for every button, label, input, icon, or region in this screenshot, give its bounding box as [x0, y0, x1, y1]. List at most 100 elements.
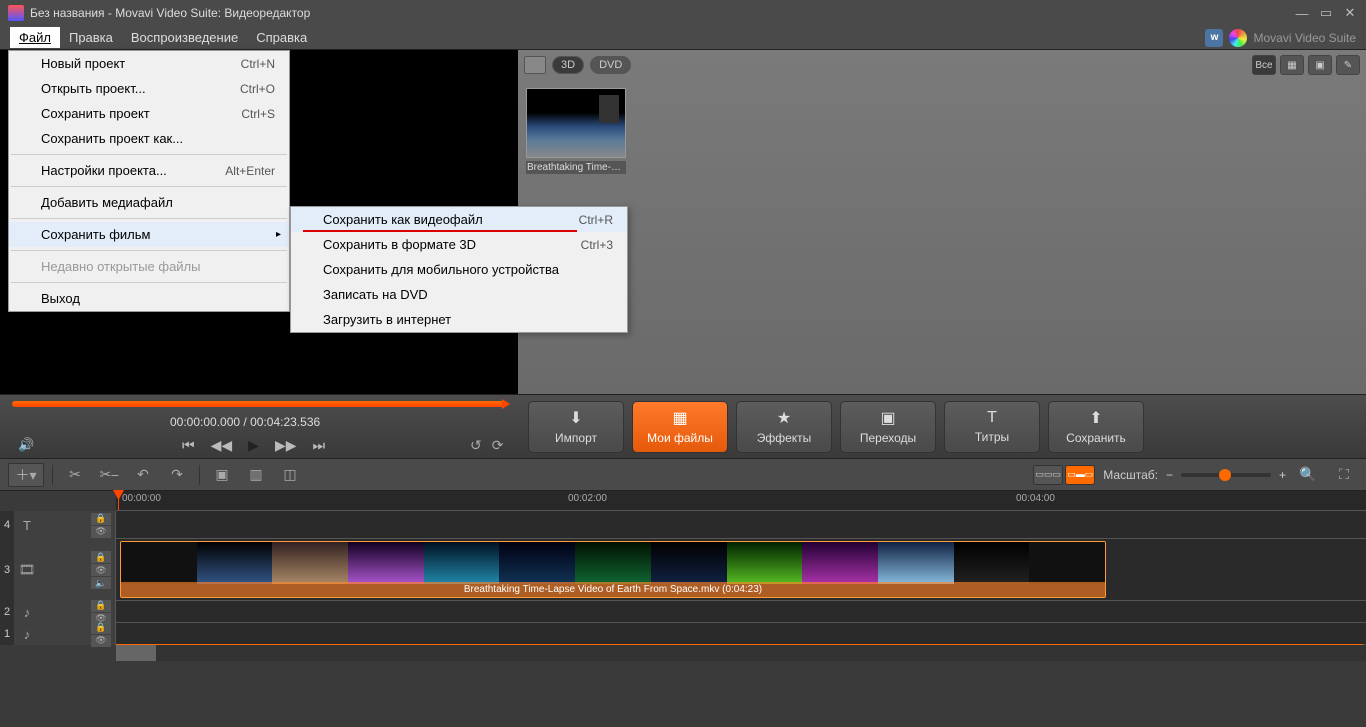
track3-mute-icon[interactable]: 🔈	[91, 577, 111, 589]
titlebar: Без названия - Movavi Video Suite: Видео…	[0, 0, 1366, 26]
tool-wand-icon[interactable]: ✎	[1336, 55, 1360, 75]
zoom-out-icon[interactable]: −	[1166, 468, 1173, 482]
ruler-mark-0: 00:00:00	[122, 493, 161, 504]
menuitem-new-project[interactable]: Новый проектCtrl+N	[9, 51, 289, 76]
menu-help[interactable]: Справка	[247, 27, 316, 48]
timeline: 00:00:00 00:02:00 00:04:00 4T🔒👁 3🎞🔒👁🔈 Br…	[0, 491, 1366, 661]
tab-my-files[interactable]: ▦Мои файлы	[632, 401, 728, 453]
menuitem-save-project[interactable]: Сохранить проектCtrl+S	[9, 101, 289, 126]
track1-eye-icon[interactable]: 👁	[91, 635, 111, 647]
media-thumb-image	[526, 88, 626, 158]
seek-slider[interactable]	[12, 401, 506, 409]
media-thumb[interactable]: Breathtaking Time-Lap...	[526, 88, 626, 174]
view-select-icon[interactable]: ▣	[1308, 55, 1332, 75]
timecode: 00:00:00.000 / 00:04:23.536	[170, 415, 320, 429]
menuitem-recent-files: Недавно открытые файлы	[9, 254, 289, 279]
track-4: 4T🔒👁	[0, 511, 1366, 539]
menuitem-project-settings[interactable]: Настройки проекта...Alt+Enter	[9, 158, 289, 183]
zoom-in-icon[interactable]: +	[1279, 468, 1286, 482]
zoom-slider[interactable]	[1181, 473, 1271, 477]
chip-3d[interactable]: 3D	[552, 56, 584, 74]
menu-file[interactable]: Файл	[10, 27, 60, 48]
save-movie-submenu: Сохранить как видеофайлCtrl+R Сохранить …	[290, 206, 628, 333]
file-dropdown: Новый проектCtrl+N Открыть проект...Ctrl…	[8, 50, 290, 312]
track-1: 1♪🔒👁	[0, 623, 1366, 645]
track3-eye-icon[interactable]: 👁	[91, 564, 111, 576]
video-track-icon: 🎞	[14, 562, 40, 578]
menuitem-save-as-video[interactable]: Сохранить как видеофайлCtrl+R	[291, 207, 627, 232]
menuitem-save-3d[interactable]: Сохранить в формате 3DCtrl+3	[291, 232, 627, 257]
ruler-mark-4: 00:04:00	[1016, 493, 1055, 504]
media-panel: 3D DVD Все ▦ ▣ ✎ Breathtaking Time-Lap..…	[518, 50, 1366, 394]
fit-icon[interactable]: 🔍	[1294, 463, 1322, 487]
maximize-button[interactable]: ▭	[1318, 5, 1334, 21]
fullscreen-icon[interactable]: ⛶	[1330, 463, 1358, 487]
menuitem-save-movie[interactable]: Сохранить фильм	[9, 222, 289, 247]
close-button[interactable]: ✕	[1342, 5, 1358, 21]
step-back-button[interactable]: ◀◀	[211, 437, 233, 454]
track3-lock-icon[interactable]: 🔒	[91, 551, 111, 563]
tool2-icon[interactable]: ▥	[242, 463, 270, 487]
tab-effects[interactable]: ★Эффекты	[736, 401, 832, 453]
app-logo-icon	[8, 5, 24, 21]
folder-icon[interactable]	[524, 56, 546, 74]
playhead[interactable]	[118, 491, 119, 510]
menuitem-save-project-as[interactable]: Сохранить проект как...	[9, 126, 289, 151]
track4-lock-icon[interactable]: 🔒	[91, 513, 111, 525]
tool3-icon[interactable]: ◫	[276, 463, 304, 487]
clip-label: Breathtaking Time-Lapse Video of Earth F…	[121, 582, 1105, 597]
playback-bar: 00:00:00.000 / 00:04:23.536 🔊 ⏮ ◀◀ ▶ ▶▶ …	[0, 394, 1366, 459]
view-grid-icon[interactable]: ▦	[1280, 55, 1304, 75]
time-ruler[interactable]: 00:00:00 00:02:00 00:04:00	[116, 491, 1366, 511]
text-track-icon: T	[14, 518, 40, 533]
files-icon: ▦	[672, 408, 687, 428]
tab-import[interactable]: ⬇Импорт	[528, 401, 624, 453]
timeline-h-scrollbar[interactable]	[116, 645, 1366, 661]
window-title: Без названия - Movavi Video Suite: Видео…	[30, 6, 310, 20]
shuffle-button[interactable]: ⟳	[492, 437, 504, 454]
minimize-button[interactable]: —	[1294, 5, 1310, 21]
crop-icon[interactable]: ▣	[208, 463, 236, 487]
play-button[interactable]: ▶	[248, 437, 259, 454]
add-button[interactable]: ＋▾	[8, 463, 44, 487]
color-wheel-icon[interactable]	[1229, 29, 1247, 47]
menuitem-add-media[interactable]: Добавить медиафайл	[9, 190, 289, 215]
redo-icon[interactable]: ↷	[163, 463, 191, 487]
menu-playback[interactable]: Воспроизведение	[122, 27, 247, 48]
menuitem-exit[interactable]: Выход	[9, 286, 289, 311]
volume-icon[interactable]: 🔊	[18, 437, 34, 453]
prev-button[interactable]: ⏮	[182, 437, 195, 454]
menuitem-upload-internet[interactable]: Загрузить в интернет	[291, 307, 627, 332]
titles-icon: T	[987, 409, 997, 427]
brand-label: Movavi Video Suite	[1253, 31, 1356, 45]
menuitem-burn-dvd[interactable]: Записать на DVD	[291, 282, 627, 307]
menuitem-save-mobile[interactable]: Сохранить для мобильного устройства	[291, 257, 627, 282]
chip-dvd[interactable]: DVD	[590, 56, 631, 74]
star-icon: ★	[777, 408, 791, 428]
tab-titles[interactable]: TТитры	[944, 401, 1040, 453]
tab-save[interactable]: ⬆Сохранить	[1048, 401, 1144, 453]
next-button[interactable]: ⏭	[312, 437, 325, 454]
track2-lock-icon[interactable]: 🔒	[91, 600, 111, 612]
view-full-button[interactable]: ▭▬▭	[1065, 465, 1095, 485]
track4-eye-icon[interactable]: 👁	[91, 526, 111, 538]
ruler-mark-2: 00:02:00	[568, 493, 607, 504]
track-3: 3🎞🔒👁🔈 Breathtaking Time-Lapse Video of E…	[0, 539, 1366, 601]
menuitem-open-project[interactable]: Открыть проект...Ctrl+O	[9, 76, 289, 101]
tab-transitions[interactable]: ▣Переходы	[840, 401, 936, 453]
video-clip[interactable]: Breathtaking Time-Lapse Video of Earth F…	[120, 541, 1106, 598]
save-icon: ⬆	[1089, 408, 1102, 428]
filter-all-button[interactable]: Все	[1252, 55, 1276, 75]
toolbar: ＋▾ ✂ ✂⎯ ↶ ↷ ▣ ▥ ◫ ▭▭▭ ▭▬▭ Масштаб: − + 🔍…	[0, 459, 1366, 491]
track1-lock-icon[interactable]: 🔒	[91, 622, 111, 634]
cut-icon[interactable]: ✂	[61, 463, 89, 487]
vk-icon[interactable]: w	[1205, 29, 1223, 47]
audio-track-icon: ♪	[14, 627, 40, 642]
menu-edit[interactable]: Правка	[60, 27, 122, 48]
undo-icon[interactable]: ↶	[129, 463, 157, 487]
step-fwd-button[interactable]: ▶▶	[275, 437, 297, 454]
view-compact-button[interactable]: ▭▭▭	[1033, 465, 1063, 485]
loop-button[interactable]: ↺	[470, 437, 482, 454]
split-icon[interactable]: ✂⎯	[95, 463, 123, 487]
media-thumb-label: Breathtaking Time-Lap...	[526, 161, 626, 174]
